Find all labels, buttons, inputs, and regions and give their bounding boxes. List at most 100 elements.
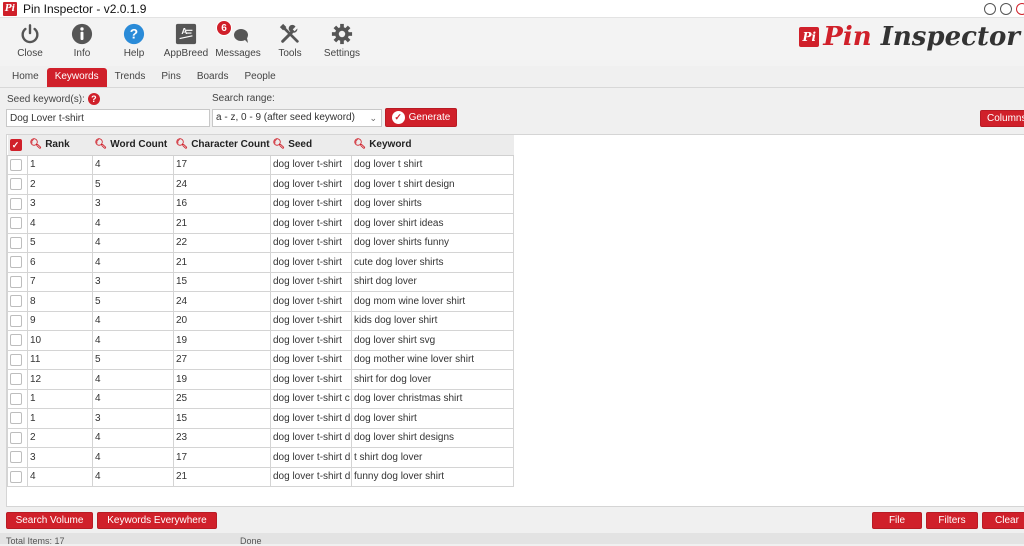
tab-trends[interactable]: Trends [107, 68, 154, 87]
table-row[interactable]: 9 4 20 dog lover t-shirt kids dog lover shir… [7, 310, 514, 331]
close-window-button[interactable] [1016, 3, 1024, 15]
character-count-cell: 24 [173, 291, 271, 312]
rank-cell: 4 [27, 466, 93, 487]
seed-help-icon[interactable]: ? [87, 93, 100, 105]
toolbar-appbreed-button[interactable]: A AppBreed [160, 18, 212, 59]
row-checkbox-cell[interactable] [7, 193, 28, 214]
row-checkbox-cell[interactable] [7, 466, 28, 487]
row-checkbox[interactable] [10, 334, 22, 347]
row-checkbox-cell[interactable] [7, 369, 28, 390]
row-checkbox-cell[interactable] [7, 349, 28, 370]
tab-home[interactable]: Home [4, 68, 47, 87]
toolbar-close-button[interactable]: Close [4, 18, 56, 59]
clear-button[interactable]: Clear [982, 512, 1024, 529]
column-header-character-count[interactable]: 🔍︎ Character Count [173, 135, 271, 156]
tab-people[interactable]: People [237, 68, 284, 87]
row-checkbox[interactable] [10, 353, 22, 366]
table-row[interactable]: 11 5 27 dog lover t-shirt dog mother wine lo… [7, 349, 514, 370]
row-checkbox-cell[interactable] [7, 388, 28, 409]
table-row[interactable]: 6 4 21 dog lover t-shirt cute dog lover shir… [7, 252, 514, 273]
keyword-cell: dog lover shirt ideas [351, 213, 514, 234]
table-row[interactable]: 12 4 19 dog lover t-shirt shirt for dog love… [7, 369, 514, 390]
column-label: Seed [288, 139, 313, 151]
messages-badge: 6 [216, 20, 232, 36]
column-header-keyword[interactable]: 🔍︎ Keyword [351, 135, 514, 156]
toolbar-tools-label: Tools [278, 48, 302, 59]
column-header-rank[interactable]: 🔍︎ Rank [27, 135, 93, 156]
select-all-checkbox[interactable]: ✓ [9, 138, 22, 151]
table-row[interactable]: 7 3 15 dog lover t-shirt shirt dog lover [7, 271, 514, 292]
row-checkbox-cell[interactable] [7, 174, 28, 195]
row-checkbox[interactable] [10, 197, 22, 210]
table-row[interactable]: 3 4 17 dog lover t-shirt dt shirt dog lover [7, 447, 514, 468]
table-row[interactable]: 1 3 15 dog lover t-shirt d dog lover shirt [7, 408, 514, 429]
toolbar-messages-button[interactable]: 6 Messages [212, 18, 264, 59]
row-checkbox-cell[interactable] [7, 252, 28, 273]
seed-cell: dog lover t-shirt [270, 271, 352, 292]
row-checkbox[interactable] [10, 470, 22, 483]
row-checkbox[interactable] [10, 275, 22, 288]
table-row[interactable]: 4 4 21 dog lover t-shirt dog lover shirt ide… [7, 213, 514, 234]
row-checkbox[interactable] [10, 178, 22, 191]
filters-button[interactable]: Filters [926, 512, 978, 529]
columns-button[interactable]: Columns [980, 110, 1024, 127]
rank-cell: 1 [27, 154, 93, 175]
table-row[interactable]: 3 3 16 dog lover t-shirt dog lover shirts [7, 193, 514, 214]
row-checkbox[interactable] [10, 236, 22, 249]
table-row[interactable]: 10 4 19 dog lover t-shirt dog lover shirt sv… [7, 330, 514, 351]
row-checkbox[interactable] [10, 373, 22, 386]
search-icon[interactable]: 🔍︎ [354, 139, 367, 150]
file-button[interactable]: File [872, 512, 922, 529]
row-checkbox-cell[interactable] [7, 330, 28, 351]
toolbar-help-button[interactable]: ? Help [108, 18, 160, 59]
row-checkbox[interactable] [10, 217, 22, 230]
table-row[interactable]: 2 5 24 dog lover t-shirt dog lover t shirt d… [7, 174, 514, 195]
row-checkbox-cell[interactable] [7, 408, 28, 429]
row-checkbox-cell[interactable] [7, 310, 28, 331]
seed-cell: dog lover t-shirt [270, 193, 352, 214]
row-checkbox-cell[interactable] [7, 291, 28, 312]
row-checkbox-cell[interactable] [7, 154, 28, 175]
seed-keyword-input[interactable] [6, 109, 210, 127]
table-row[interactable]: 5 4 22 dog lover t-shirt dog lover shirts fu… [7, 232, 514, 253]
search-volume-button[interactable]: Search Volume [6, 512, 93, 529]
row-checkbox[interactable] [10, 392, 22, 405]
row-checkbox-cell[interactable] [7, 232, 28, 253]
minimize-button[interactable] [984, 3, 996, 15]
search-icon[interactable]: 🔍︎ [176, 139, 189, 150]
row-checkbox[interactable] [10, 256, 22, 269]
table-row[interactable]: 2 4 23 dog lover t-shirt d dog lover shirt d… [7, 427, 514, 448]
search-icon[interactable]: 🔍︎ [273, 139, 286, 150]
select-all-header[interactable]: ✓ [7, 135, 28, 156]
tab-keywords[interactable]: Keywords [46, 68, 107, 87]
maximize-button[interactable] [1000, 3, 1012, 15]
search-icon[interactable]: 🔍︎ [95, 139, 108, 150]
row-checkbox[interactable] [10, 431, 22, 444]
row-checkbox[interactable] [10, 412, 22, 425]
table-row[interactable]: 4 4 21 dog lover t-shirt d funny dog lover s… [7, 466, 514, 487]
row-checkbox[interactable] [10, 314, 22, 327]
generate-button[interactable]: ✓ Generate [385, 108, 457, 127]
column-header-word-count[interactable]: 🔍︎ Word Count [92, 135, 174, 156]
row-checkbox-cell[interactable] [7, 213, 28, 234]
keywords-everywhere-button[interactable]: Keywords Everywhere [97, 512, 217, 529]
search-range-select[interactable]: a - z, 0 - 9 (after seed keyword) ⌄ [212, 109, 382, 127]
tab-boards[interactable]: Boards [189, 68, 237, 87]
table-row[interactable]: 8 5 24 dog lover t-shirt dog mom wine lover … [7, 291, 514, 312]
table-row[interactable]: 1 4 25 dog lover t-shirt c dog lover christm… [7, 388, 514, 409]
row-checkbox[interactable] [10, 295, 22, 308]
table-row[interactable]: 1 4 17 dog lover t-shirt dog lover t shirt [7, 154, 514, 175]
row-checkbox-cell[interactable] [7, 447, 28, 468]
tab-pins[interactable]: Pins [153, 68, 188, 87]
row-checkbox-cell[interactable] [7, 427, 28, 448]
toolbar-tools-button[interactable]: Tools [264, 18, 316, 59]
word-count-cell: 4 [92, 213, 174, 234]
column-header-seed[interactable]: 🔍︎ Seed [270, 135, 352, 156]
character-count-cell: 17 [173, 154, 271, 175]
row-checkbox[interactable] [10, 158, 22, 171]
toolbar-settings-button[interactable]: Settings [316, 18, 368, 59]
row-checkbox-cell[interactable] [7, 271, 28, 292]
row-checkbox[interactable] [10, 451, 22, 464]
toolbar-info-button[interactable]: Info [56, 18, 108, 59]
search-icon[interactable]: 🔍︎ [30, 139, 43, 150]
